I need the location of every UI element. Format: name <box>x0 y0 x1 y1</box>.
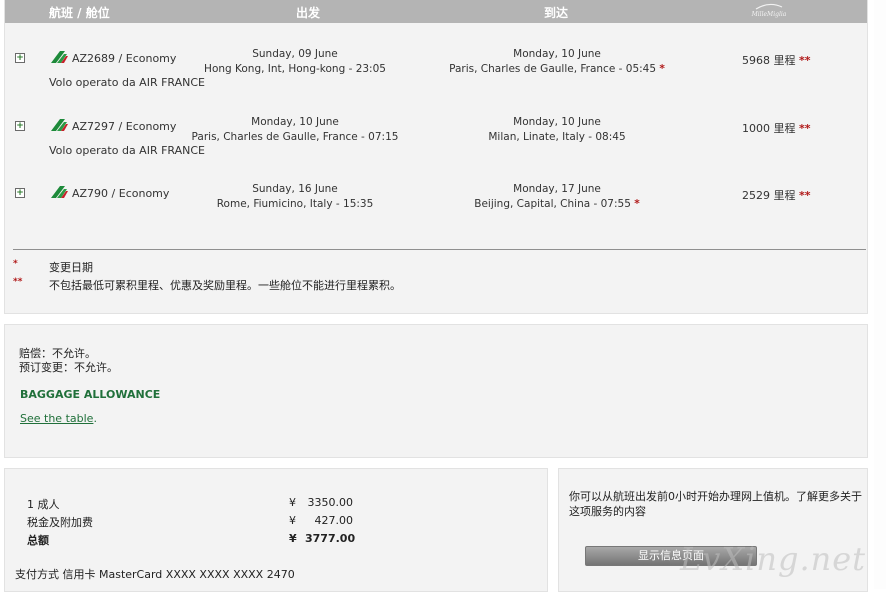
arrival-info: Monday, 10 June Milan, Linate, Italy - 0… <box>427 115 687 145</box>
departure-info: Sunday, 16 June Rome, Fiumicino, Italy -… <box>165 182 425 212</box>
note-text: 不包括最低可累积里程、优惠及奖励里程。一些舱位不能进行里程累积。 <box>49 279 401 292</box>
flight-number: AZ790 / Economy <box>72 187 170 200</box>
departure-date: Sunday, 16 June <box>252 183 338 195</box>
baggage-link-line: See the table. <box>20 412 97 425</box>
note-date-change: * 变更日期 <box>13 259 93 275</box>
operated-by: Volo operato da AIR FRANCE <box>49 144 206 157</box>
alitalia-tail-icon <box>51 119 68 131</box>
miles-info: 1000 里程 ** <box>742 120 811 136</box>
millemiglia-logo: MilleMiglia <box>749 3 789 21</box>
miles-mark: ** <box>799 54 811 67</box>
arrival-place: Beijing, Capital, China - 07:55 <box>474 198 631 210</box>
adults-label: 1 成人 <box>27 498 60 511</box>
miles-mark: ** <box>799 189 811 202</box>
flights-panel: 航班 / 舱位 出发 到达 MilleMiglia + AZ2689 / Eco… <box>4 0 868 314</box>
header-arrival: 到达 <box>544 6 569 20</box>
departure-date: Monday, 10 June <box>251 116 339 128</box>
note-mark: * <box>13 259 18 269</box>
departure-info: Monday, 10 June Paris, Charles de Gaulle… <box>165 115 425 145</box>
tax-currency: ¥ <box>289 514 296 527</box>
fare-rules-panel: 赔偿：不允许。 预订变更：不允许。 BAGGAGE ALLOWANCE See … <box>4 324 868 458</box>
miles-mark: ** <box>799 122 811 135</box>
miles-value: 5968 里程 <box>742 54 796 67</box>
departure-place: Hong Kong, Int, Hong-kong - 23:05 <box>204 63 386 75</box>
checkin-info: 你可以从航班出发前0小时开始办理网上值机。了解更多关于这项服务的内容 <box>569 490 862 518</box>
expand-icon[interactable]: + <box>15 121 25 131</box>
header-departure: 出发 <box>296 6 321 20</box>
miles-value: 1000 里程 <box>742 122 796 135</box>
arrival-info: Monday, 17 June Beijing, Capital, China … <box>427 182 687 212</box>
miles-info: 2529 里程 ** <box>742 187 811 203</box>
total-currency: ¥ <box>289 532 297 545</box>
note-text: 变更日期 <box>49 261 93 274</box>
departure-place: Paris, Charles de Gaulle, France - 07:15 <box>191 131 399 143</box>
flights-header: 航班 / 舱位 出发 到达 MilleMiglia <box>5 0 867 23</box>
watermark: LvXing.net <box>680 540 867 578</box>
total-label: 总额 <box>27 534 49 547</box>
payment-method: 支付方式 信用卡 MasterCard XXXX XXXX XXXX 2470 <box>15 568 295 581</box>
departure-date: Sunday, 09 June <box>252 48 338 60</box>
arrival-date: Monday, 10 June <box>513 116 601 128</box>
miles-info: 5968 里程 ** <box>742 52 811 68</box>
departure-info: Sunday, 09 June Hong Kong, Int, Hong-kon… <box>165 47 425 77</box>
date-change-mark: * <box>659 63 665 75</box>
see-the-table-link[interactable]: See the table <box>20 412 93 425</box>
flight-row: + AZ2689 / Economy Volo operato da AIR F… <box>5 48 867 113</box>
expand-icon[interactable]: + <box>15 53 25 63</box>
change-rule: 预订变更：不允许。 <box>19 361 118 374</box>
expand-icon[interactable]: + <box>15 188 25 198</box>
arrival-place: Milan, Linate, Italy - 08:45 <box>488 131 626 143</box>
arrival-date: Monday, 10 June <box>513 48 601 60</box>
tax-label: 税金及附加费 <box>27 516 93 529</box>
flight-row: + AZ7297 / Economy Volo operato da AIR F… <box>5 116 867 181</box>
note-miles: ** 不包括最低可累积里程、优惠及奖励里程。一些舱位不能进行里程累积。 <box>13 277 401 293</box>
flight-number: AZ7297 / Economy <box>72 120 177 133</box>
total-value: 3777.00 <box>305 532 356 545</box>
price-summary-panel: 1 成人 ¥ 3350.00 税金及附加费 ¥ 427.00 总额 ¥ 3777… <box>4 468 548 592</box>
header-flight-class: 航班 / 舱位 <box>49 6 110 20</box>
adults-currency: ¥ <box>289 496 296 509</box>
flight-row: + AZ790 / Economy Sunday, 16 June Rome, … <box>5 183 867 248</box>
notes-divider <box>13 249 866 250</box>
right-edge <box>874 0 886 589</box>
baggage-allowance-title: BAGGAGE ALLOWANCE <box>20 388 161 401</box>
alitalia-tail-icon <box>51 51 68 63</box>
arrival-date: Monday, 17 June <box>513 183 601 195</box>
operated-by: Volo operato da AIR FRANCE <box>49 76 206 89</box>
adults-value: 3350.00 <box>307 496 354 509</box>
alitalia-tail-icon <box>51 186 68 198</box>
arrival-info: Monday, 10 June Paris, Charles de Gaulle… <box>427 47 687 77</box>
date-change-mark: * <box>634 198 640 210</box>
flight-number: AZ2689 / Economy <box>72 52 177 65</box>
tax-value: 427.00 <box>314 514 354 527</box>
arrival-place: Paris, Charles de Gaulle, France - 05:45 <box>449 63 657 75</box>
note-mark: ** <box>13 277 23 287</box>
departure-place: Rome, Fiumicino, Italy - 15:35 <box>216 198 374 210</box>
miles-value: 2529 里程 <box>742 189 796 202</box>
